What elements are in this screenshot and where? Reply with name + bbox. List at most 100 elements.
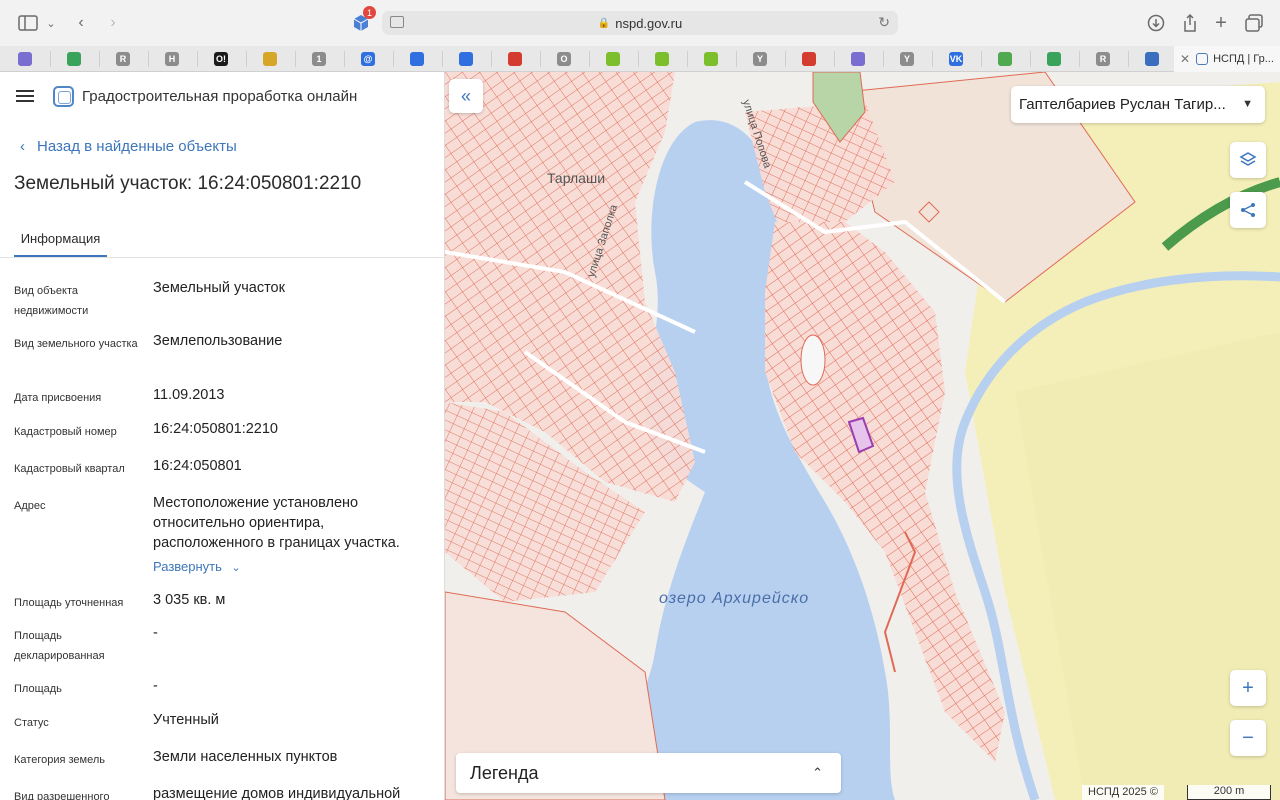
frog-icon[interactable]	[998, 52, 1012, 66]
flag-icon-2[interactable]	[802, 52, 816, 66]
info-row-label: Кадастровый номер	[14, 426, 117, 438]
bookmark-icon[interactable]	[18, 52, 32, 66]
planet-icon[interactable]	[1145, 52, 1159, 66]
info-row-label: Вид земельного участка	[14, 338, 138, 350]
ok-icon[interactable]: O!	[214, 52, 228, 66]
info-row-value: Учтенный	[153, 712, 219, 728]
zoom-out-button[interactable]: −	[1230, 720, 1266, 756]
sidebar-toggle-icon[interactable]	[16, 12, 40, 34]
tab-separator	[981, 51, 982, 67]
info-row-label: Площадь уточненная	[14, 597, 124, 609]
info-row-value: 3 035 кв. м	[153, 592, 226, 608]
info-row-value: размещение домов индивидуальной	[153, 786, 401, 800]
r-icon[interactable]: R	[116, 52, 130, 66]
new-tab-icon[interactable]: +	[1212, 12, 1230, 34]
h-icon[interactable]: H	[165, 52, 179, 66]
tab-separator	[638, 51, 639, 67]
flag-icon[interactable]	[508, 52, 522, 66]
y-icon[interactable]: Y	[753, 52, 767, 66]
home-icon[interactable]	[67, 52, 81, 66]
mail-icon-2[interactable]	[459, 52, 473, 66]
lock-icon: 🔒	[597, 17, 611, 29]
copyright: НСПД 2025 ©	[1082, 785, 1164, 800]
address-bar[interactable]: 🔒 nspd.gov.ru ↻	[382, 11, 898, 35]
info-row-value: Местоположение установлено относительно …	[153, 495, 400, 551]
double-chevron-left-icon: «	[460, 85, 471, 106]
tab-separator	[295, 51, 296, 67]
back-link-label: Назад в найденные объекты	[37, 138, 237, 155]
share-map-button[interactable]	[1230, 192, 1266, 228]
cadastral-map[interactable]: Тарлаши улица Попова улица Заполка озеро…	[445, 72, 1280, 800]
tab-separator	[834, 51, 835, 67]
tab-separator	[491, 51, 492, 67]
key-icon[interactable]	[606, 52, 620, 66]
legend-toggle[interactable]: Легенда ⌃	[456, 753, 841, 793]
layers-icon	[1239, 152, 1257, 166]
browser-toolbar: ⌄ ‹ › 1 🔒 nspd.gov.ru ↻ +	[0, 0, 1280, 46]
tab-separator	[1079, 51, 1080, 67]
info-row-value: 16:24:050801:2210	[153, 421, 278, 437]
reload-icon[interactable]: ↻	[878, 14, 890, 31]
tab-overview-icon[interactable]	[1244, 12, 1264, 34]
nspd-favicon-icon	[1196, 53, 1209, 65]
active-tab-title: НСПД | Гр...	[1213, 53, 1274, 65]
tab-separator	[393, 51, 394, 67]
chevron-down-icon: ⌄	[231, 562, 241, 574]
tab-bar: ✕ НСПД | Гр... R H O! 1 @ O Y Y VK R	[0, 46, 1280, 72]
one-icon[interactable]: 1	[312, 52, 326, 66]
coin-icon[interactable]	[263, 52, 277, 66]
forward-arrow-icon[interactable]: ›	[104, 12, 122, 34]
r-icon-2[interactable]: R	[1096, 52, 1110, 66]
at-icon[interactable]: @	[361, 52, 375, 66]
plus-icon: +	[1242, 676, 1254, 699]
tab-separator	[932, 51, 933, 67]
info-row-value: Земли населенных пунктов	[153, 749, 338, 765]
bookmark-icon-2[interactable]	[851, 52, 865, 66]
expand-address-button[interactable]: Развернуть ⌄	[153, 559, 241, 574]
user-dropdown[interactable]: Гаптелбариев Руслан Тагир... ▼	[1011, 86, 1265, 123]
tab-information[interactable]: Информация	[14, 231, 107, 257]
zoom-in-button[interactable]: +	[1230, 670, 1266, 706]
expand-collapse-icon: ⌃	[812, 765, 823, 780]
tab-separator	[540, 51, 541, 67]
info-row-label: Категория земель	[14, 754, 105, 766]
tab-separator	[442, 51, 443, 67]
download-icon[interactable]	[1146, 12, 1166, 34]
tab-separator	[99, 51, 100, 67]
menu-icon[interactable]	[16, 90, 34, 102]
url-text: nspd.gov.ru	[615, 15, 683, 31]
tab-separator	[736, 51, 737, 67]
share-icon[interactable]	[1180, 12, 1200, 34]
info-row-label: Кадастровый квартал	[14, 463, 125, 475]
reader-icon[interactable]	[390, 16, 404, 28]
key-icon-3[interactable]	[704, 52, 718, 66]
key-icon-2[interactable]	[655, 52, 669, 66]
info-row-value: 11.09.2013	[153, 387, 225, 403]
vk-icon[interactable]: VK	[949, 52, 963, 66]
mail-icon[interactable]	[410, 52, 424, 66]
tab-separator	[883, 51, 884, 67]
back-link[interactable]: ‹ Назад в найденные объекты	[20, 138, 237, 155]
app-title: Градостроительная проработка онлайн	[82, 88, 358, 105]
chevron-down-icon[interactable]: ⌄	[44, 12, 58, 34]
y-icon-2[interactable]: Y	[900, 52, 914, 66]
layers-button[interactable]	[1230, 142, 1266, 178]
info-panel: Градостроительная проработка онлайн ‹ Наз…	[0, 72, 445, 800]
tab-separator	[246, 51, 247, 67]
close-icon[interactable]: ✕	[1180, 52, 1190, 66]
info-row-label: Площадь декларированная	[14, 630, 105, 662]
info-row-value: Землепользование	[153, 333, 283, 349]
chevron-left-icon: ‹	[20, 138, 25, 155]
info-row-label: Дата присвоения	[14, 392, 102, 404]
legend-label: Легенда	[470, 763, 539, 783]
collapse-panel-button[interactable]: «	[449, 79, 483, 113]
info-row-value: Земельный участок	[153, 280, 285, 296]
info-row-value: 16:24:050801	[153, 458, 242, 474]
active-tab[interactable]: ✕ НСПД | Гр...	[1174, 46, 1280, 72]
tab-separator	[50, 51, 51, 67]
home-icon-2[interactable]	[1047, 52, 1061, 66]
tab-separator	[344, 51, 345, 67]
back-arrow-icon[interactable]: ‹	[72, 12, 90, 34]
o-icon[interactable]: O	[557, 52, 571, 66]
tab-separator	[785, 51, 786, 67]
